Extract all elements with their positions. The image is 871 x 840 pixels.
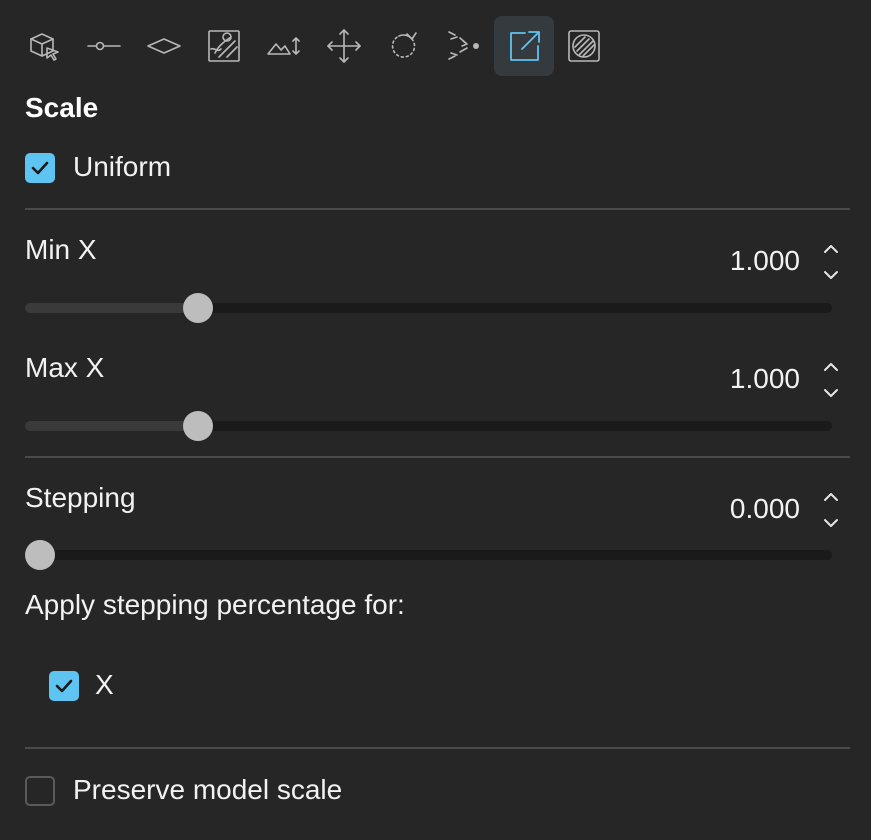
rotate-icon xyxy=(391,32,417,58)
chevron-up-icon[interactable] xyxy=(821,240,841,260)
max-x-spinner[interactable] xyxy=(821,358,841,402)
min-x-slider[interactable] xyxy=(25,293,832,323)
apply-stepping-label: Apply stepping percentage for: xyxy=(25,589,405,620)
tool-paint-button[interactable] xyxy=(194,16,254,76)
max-x-label: Max X xyxy=(25,352,105,383)
chevron-down-icon[interactable] xyxy=(821,264,841,284)
max-x-slider[interactable] xyxy=(25,411,832,441)
chevron-up-icon[interactable] xyxy=(821,488,841,508)
stepping-spinner[interactable] xyxy=(821,488,841,532)
chevron-up-icon[interactable] xyxy=(821,358,841,378)
slider-fill xyxy=(25,303,198,313)
divider xyxy=(25,456,850,458)
tool-select-button[interactable] xyxy=(14,16,74,76)
point-line-icon xyxy=(87,41,121,51)
slider-thumb[interactable] xyxy=(183,293,213,323)
move-arrows-icon xyxy=(327,29,361,63)
slider-fill xyxy=(25,421,198,431)
scatter-converge-icon xyxy=(448,31,479,60)
max-x-value[interactable]: 1.000 xyxy=(680,363,800,395)
tool-rotate-button[interactable] xyxy=(374,16,434,76)
paint-texture-icon xyxy=(208,30,240,62)
stepping-label: Stepping xyxy=(25,482,136,513)
stepping-x-label: X xyxy=(95,669,114,700)
tool-point-button[interactable] xyxy=(74,16,134,76)
cube-select-icon xyxy=(30,33,59,61)
tool-toolbar xyxy=(14,16,614,76)
stepping-x-checkbox[interactable] xyxy=(49,671,79,701)
hatched-circle-icon xyxy=(568,30,600,62)
tool-scale-button[interactable] xyxy=(494,16,554,76)
chevron-down-icon[interactable] xyxy=(821,382,841,402)
chevron-down-icon[interactable] xyxy=(821,512,841,532)
preserve-scale-label: Preserve model scale xyxy=(73,774,343,805)
tool-mask-button[interactable] xyxy=(554,16,614,76)
slider-thumb[interactable] xyxy=(183,411,213,441)
divider xyxy=(25,208,850,210)
min-x-value[interactable]: 1.000 xyxy=(680,245,800,277)
checkmark-icon xyxy=(31,161,49,175)
checkmark-icon xyxy=(55,679,73,693)
min-x-spinner[interactable] xyxy=(821,240,841,284)
preserve-scale-checkbox[interactable] xyxy=(25,776,55,806)
stepping-value[interactable]: 0.000 xyxy=(680,493,800,525)
tool-terrain-button[interactable] xyxy=(254,16,314,76)
tool-plane-button[interactable] xyxy=(134,16,194,76)
section-title: Scale xyxy=(25,92,99,123)
tool-move-button[interactable] xyxy=(314,16,374,76)
divider xyxy=(25,747,850,749)
plane-diamond-icon xyxy=(147,38,181,54)
min-x-label: Min X xyxy=(25,234,97,265)
scale-expand-icon xyxy=(510,31,540,61)
terrain-height-icon xyxy=(267,37,300,55)
slider-thumb[interactable] xyxy=(25,540,55,570)
uniform-label: Uniform xyxy=(73,151,172,182)
stepping-slider[interactable] xyxy=(25,540,832,570)
uniform-checkbox[interactable] xyxy=(25,153,55,183)
tool-scatter-button[interactable] xyxy=(434,16,494,76)
scale-panel: Scale Uniform Min X 1.000 Max X 1.000 St… xyxy=(0,0,871,840)
